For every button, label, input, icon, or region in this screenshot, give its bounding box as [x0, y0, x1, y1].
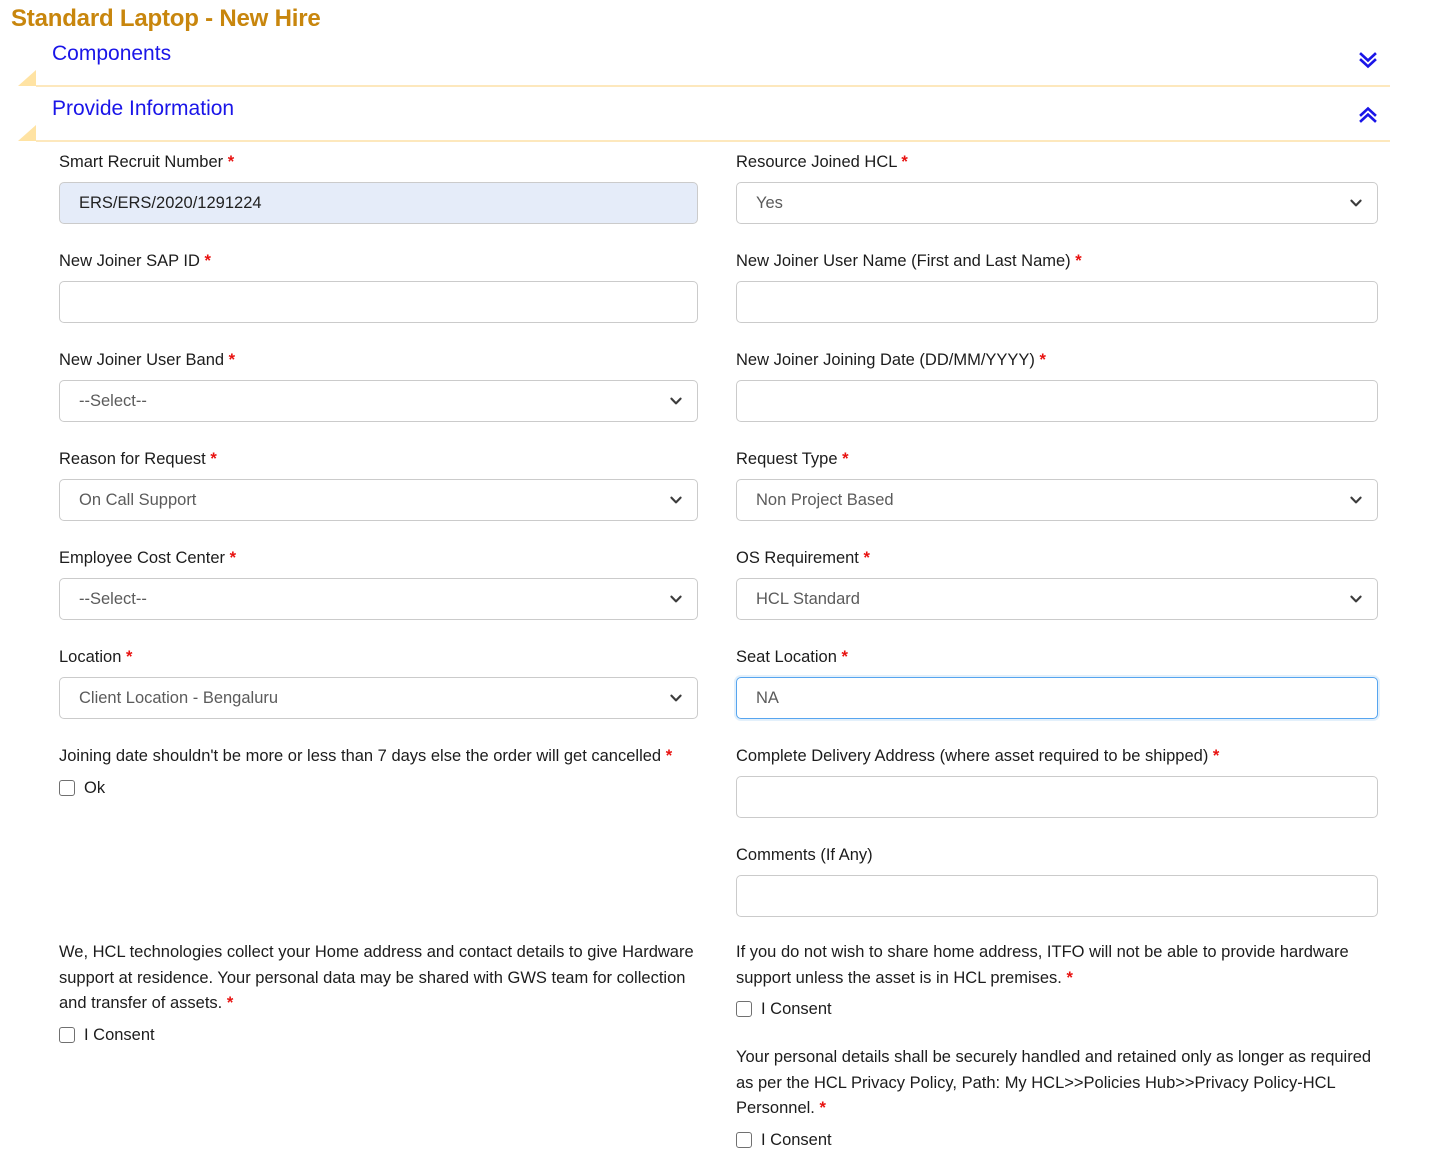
required-asterisk: *: [841, 648, 848, 666]
label-comments: Comments (If Any): [736, 846, 873, 864]
label-smart-recruit-number: Smart Recruit Number *: [59, 153, 235, 171]
chevron-double-up-icon[interactable]: [1354, 101, 1382, 129]
required-asterisk: *: [204, 252, 211, 270]
section-tab-triangle-icon: [18, 70, 36, 86]
reason-for-request-select[interactable]: On Call Support: [59, 479, 698, 521]
home-address-consent-checkbox[interactable]: [59, 1026, 75, 1043]
home-address-consent-block: We, HCL technologies collect your Home a…: [59, 940, 698, 1046]
request-type-select[interactable]: Non Project Based: [736, 479, 1378, 521]
joining-date-note-block: Joining date shouldn't be more or less t…: [59, 744, 698, 799]
no-share-consent-label[interactable]: I Consent: [761, 998, 832, 1020]
provide-information-form-page: Standard Laptop - New Hire Components Pr…: [0, 0, 1431, 1160]
required-asterisk: *: [842, 450, 849, 468]
required-asterisk: *: [901, 153, 908, 171]
label-complete-delivery-address: Complete Delivery Address (where asset r…: [736, 747, 1220, 765]
joining-date-ok-checkbox-row[interactable]: Ok: [59, 777, 698, 799]
privacy-policy-consent-block: Your personal details shall be securely …: [736, 1045, 1378, 1151]
field-reason-for-request: Reason for Request * On Call Support: [59, 447, 698, 521]
no-share-consent-block: If you do not wish to share home address…: [736, 940, 1378, 1020]
label-reason-for-request: Reason for Request *: [59, 450, 217, 468]
no-share-consent-checkbox-row[interactable]: I Consent: [736, 998, 1378, 1020]
required-asterisk: *: [1039, 351, 1046, 369]
joining-date-ok-label[interactable]: Ok: [84, 777, 105, 799]
label-new-joiner-user-band: New Joiner User Band *: [59, 351, 236, 369]
home-address-consent-checkbox-row[interactable]: I Consent: [59, 1024, 698, 1046]
field-os-requirement: OS Requirement * HCL Standard: [736, 546, 1378, 620]
section-divider: [36, 140, 1390, 142]
home-address-consent-text: We, HCL technologies collect your Home a…: [59, 943, 694, 1012]
label-new-joiner-user-name: New Joiner User Name (First and Last Nam…: [736, 252, 1082, 270]
field-new-joiner-joining-date: New Joiner Joining Date (DD/MM/YYYY) *: [736, 348, 1378, 422]
select-wrap-location: Client Location - Bengaluru: [59, 677, 698, 719]
label-new-joiner-sap-id: New Joiner SAP ID *: [59, 252, 211, 270]
privacy-policy-consent-checkbox[interactable]: [736, 1131, 752, 1148]
home-address-consent-label[interactable]: I Consent: [84, 1024, 155, 1046]
required-asterisk: *: [210, 450, 217, 468]
smart-recruit-number-input[interactable]: [59, 182, 698, 224]
joining-date-note-text: Joining date shouldn't be more or less t…: [59, 747, 673, 765]
section-header-components[interactable]: Components: [18, 42, 1390, 88]
location-select[interactable]: Client Location - Bengaluru: [59, 677, 698, 719]
complete-delivery-address-input[interactable]: [736, 776, 1378, 818]
section-title-provide-information[interactable]: Provide Information: [52, 97, 234, 121]
required-asterisk: *: [1066, 968, 1073, 987]
field-complete-delivery-address: Complete Delivery Address (where asset r…: [736, 744, 1378, 818]
required-asterisk: *: [227, 153, 235, 171]
new-joiner-user-band-select[interactable]: --Select--: [59, 380, 698, 422]
required-asterisk: *: [226, 994, 234, 1012]
section-divider: [36, 85, 1390, 87]
field-request-type: Request Type * Non Project Based: [736, 447, 1378, 521]
label-location: Location *: [59, 648, 133, 666]
label-request-type: Request Type *: [736, 450, 849, 468]
label-new-joiner-joining-date: New Joiner Joining Date (DD/MM/YYYY) *: [736, 351, 1046, 369]
comments-input[interactable]: [736, 875, 1378, 917]
field-seat-location: Seat Location *: [736, 645, 1378, 719]
required-asterisk: *: [1212, 747, 1220, 765]
field-new-joiner-sap-id: New Joiner SAP ID *: [59, 249, 698, 323]
field-location: Location * Client Location - Bengaluru: [59, 645, 698, 719]
no-share-consent-text: If you do not wish to share home address…: [736, 943, 1349, 987]
chevron-double-down-icon[interactable]: [1354, 46, 1382, 74]
field-new-joiner-user-name: New Joiner User Name (First and Last Nam…: [736, 249, 1378, 323]
field-new-joiner-user-band: New Joiner User Band * --Select--: [59, 348, 698, 422]
privacy-policy-consent-label[interactable]: I Consent: [761, 1129, 832, 1151]
label-resource-joined-hcl: Resource Joined HCL *: [736, 153, 908, 171]
field-comments: Comments (If Any): [736, 843, 1378, 917]
new-joiner-sap-id-input[interactable]: [59, 281, 698, 323]
select-wrap-os-requirement: HCL Standard: [736, 578, 1378, 620]
select-wrap-employee-cost-center: --Select--: [59, 578, 698, 620]
label-os-requirement: OS Requirement *: [736, 549, 870, 567]
required-asterisk: *: [228, 351, 236, 369]
label-employee-cost-center: Employee Cost Center *: [59, 549, 237, 567]
new-joiner-joining-date-input[interactable]: [736, 380, 1378, 422]
select-wrap-reason-for-request: On Call Support: [59, 479, 698, 521]
required-asterisk: *: [819, 1099, 826, 1117]
no-share-consent-checkbox[interactable]: [736, 1001, 752, 1017]
os-requirement-select[interactable]: HCL Standard: [736, 578, 1378, 620]
privacy-policy-consent-text: Your personal details shall be securely …: [736, 1048, 1372, 1117]
field-smart-recruit-number: Smart Recruit Number *: [59, 150, 698, 224]
select-wrap-request-type: Non Project Based: [736, 479, 1378, 521]
select-wrap-new-joiner-user-band: --Select--: [59, 380, 698, 422]
employee-cost-center-select[interactable]: --Select--: [59, 578, 698, 620]
privacy-policy-consent-checkbox-row[interactable]: I Consent: [736, 1129, 1378, 1151]
label-seat-location: Seat Location *: [736, 648, 848, 666]
field-resource-joined-hcl: Resource Joined HCL * Yes: [736, 150, 1378, 224]
required-asterisk: *: [229, 549, 237, 567]
required-asterisk: *: [1075, 252, 1082, 270]
required-asterisk: *: [863, 549, 870, 567]
field-employee-cost-center: Employee Cost Center * --Select--: [59, 546, 698, 620]
section-header-provide-information[interactable]: Provide Information: [18, 97, 1390, 143]
section-tab-triangle-icon: [18, 125, 36, 141]
page-title: Standard Laptop - New Hire: [11, 5, 321, 32]
resource-joined-hcl-select[interactable]: Yes: [736, 182, 1378, 224]
seat-location-input[interactable]: [736, 677, 1378, 719]
new-joiner-user-name-input[interactable]: [736, 281, 1378, 323]
select-wrap-resource-joined-hcl: Yes: [736, 182, 1378, 224]
required-asterisk: *: [125, 648, 133, 666]
section-title-components[interactable]: Components: [52, 42, 171, 66]
joining-date-ok-checkbox[interactable]: [59, 779, 75, 796]
required-asterisk: *: [665, 747, 673, 765]
